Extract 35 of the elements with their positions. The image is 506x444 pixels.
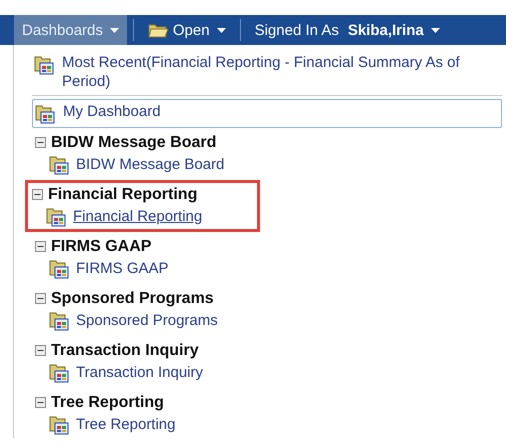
menu-item[interactable]: My Dashboard <box>32 99 502 128</box>
dashboard-link[interactable]: Tree Reporting <box>76 416 176 432</box>
collapse-toggle[interactable] <box>35 293 46 304</box>
menu-button[interactable]: Open <box>140 15 234 45</box>
caret-icon <box>430 28 440 32</box>
group-heading: Transaction Inquiry <box>51 342 199 360</box>
menu-button[interactable]: Signed In As Skiba,Irina <box>246 15 448 45</box>
dashboard-icon <box>49 258 71 280</box>
dashboard-link[interactable]: FIRMS GAAP <box>76 260 169 276</box>
dashboard-icon <box>49 154 71 176</box>
group-heading: FIRMS GAAP <box>51 238 152 256</box>
dashboard-link[interactable]: BIDW Message Board <box>76 156 224 172</box>
dashboard-link[interactable]: Financial Reporting <box>73 208 202 224</box>
menu-item[interactable]: Most Recent(Financial Reporting - Financial Summary As of Period) <box>32 51 502 96</box>
dashboard-icon <box>35 103 57 125</box>
group-heading: Tree Reporting <box>51 394 164 412</box>
collapse-toggle[interactable] <box>35 137 46 148</box>
dashboard-icon <box>49 362 71 384</box>
collapse-toggle[interactable] <box>35 241 46 252</box>
group-heading: Sponsored Programs <box>51 290 214 308</box>
menu-button[interactable]: Dashboards <box>14 15 127 45</box>
collapse-toggle[interactable] <box>35 345 46 356</box>
dashboard-icon <box>34 54 56 76</box>
group-heading: BIDW Message Board <box>51 134 216 152</box>
collapse-toggle[interactable] <box>35 397 46 408</box>
dashboard-icon <box>49 414 71 436</box>
dashboard-link[interactable]: Transaction Inquiry <box>76 364 204 380</box>
dashboard-icon <box>46 206 68 228</box>
caret-icon <box>216 28 226 32</box>
folder-icon <box>148 22 168 38</box>
dashboard-icon <box>49 310 71 332</box>
caret-icon <box>110 28 119 32</box>
group-heading: Financial Reporting <box>48 186 198 204</box>
collapse-toggle[interactable] <box>32 189 43 200</box>
dashboard-link[interactable]: Sponsored Programs <box>76 312 218 328</box>
